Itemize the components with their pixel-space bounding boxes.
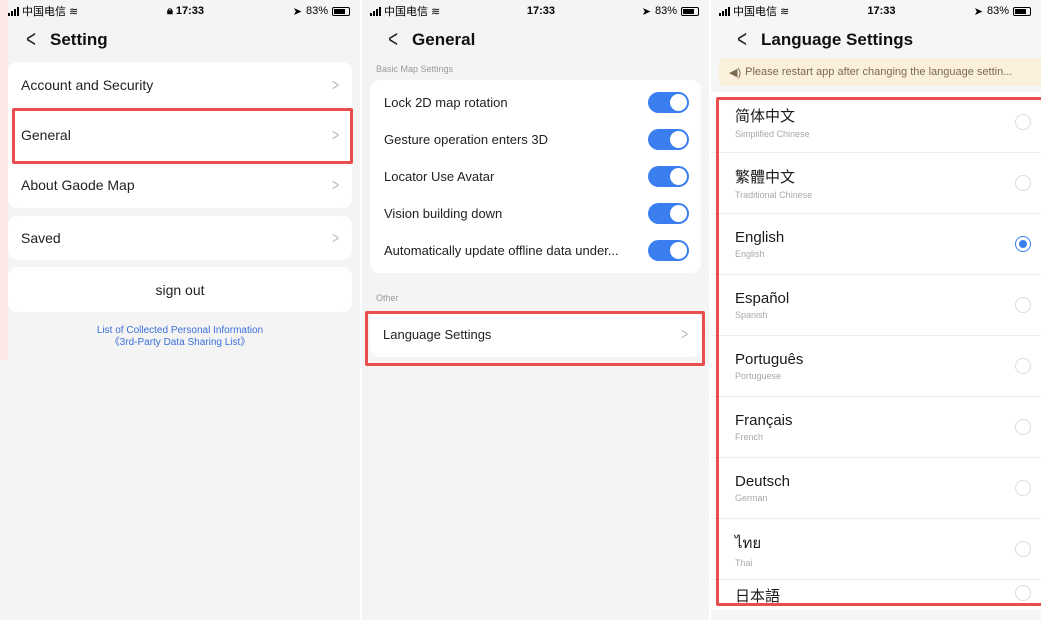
back-icon[interactable]: < — [388, 28, 398, 52]
battery-icon — [680, 6, 699, 16]
carrier-label: 中国电信 — [22, 6, 66, 18]
sign-out-button[interactable]: sign out — [8, 267, 352, 312]
status-time: 17:33 — [867, 5, 896, 17]
battery-icon — [332, 6, 350, 16]
item-label: About Gaode Map — [21, 177, 135, 193]
restart-notice: ◀︎) Please restart app after changing th… — [719, 58, 1041, 86]
toggle-label: Lock 2D map rotation — [384, 95, 508, 110]
account-security-item[interactable]: Account and Security > — [8, 62, 352, 108]
location-icon: ➤ — [292, 5, 302, 18]
status-bar: 中国电信 ≋ 17:33 ➤ 83% — [711, 0, 1041, 22]
wifi-icon: ≋ — [780, 5, 790, 18]
saved-item[interactable]: Saved > — [8, 216, 352, 260]
highlight-box — [12, 108, 353, 164]
page-title: Language Settings — [761, 30, 914, 49]
setting-screen: 中国电信 ≋ 🔒︎ 17:33 ➤ 83% < Setting Account … — [0, 0, 360, 620]
toggle-row: Gesture operation enters 3D — [370, 121, 701, 158]
toggle-row: Automatically update offline data under.… — [370, 232, 701, 269]
status-bar: 中国电信 ≋ 🔒︎ 17:33 ➤ 83% — [0, 0, 360, 22]
language-settings-screen: 中国电信 ≋ 17:33 ➤ 83% < Language Settings ◀… — [711, 0, 1041, 620]
carrier-label: 中国电信 — [733, 6, 777, 18]
status-time: 17:33 — [526, 5, 556, 17]
toggle-label: Vision building down — [384, 206, 503, 221]
vision-building-toggle[interactable] — [648, 203, 689, 224]
section-label: Basic Map Settings — [376, 64, 454, 74]
back-icon[interactable]: < — [737, 28, 747, 52]
highlight-box — [716, 97, 1041, 606]
data-sharing-link[interactable]: 《3rd-Party Data Sharing List》 — [0, 337, 360, 349]
chevron-right-icon: > — [331, 175, 339, 195]
gesture-3d-toggle[interactable] — [648, 129, 689, 150]
lock-icon: 🔒︎ — [166, 4, 173, 17]
section-label: Other — [376, 293, 399, 303]
page-title: Setting — [50, 30, 108, 49]
wifi-icon: ≋ — [431, 5, 441, 18]
about-item[interactable]: About Gaode Map > — [8, 162, 352, 208]
page-title: General — [412, 30, 476, 49]
nav-bar: < Language Settings — [711, 22, 1041, 58]
battery-icon — [1012, 6, 1031, 16]
back-icon[interactable]: < — [26, 28, 36, 52]
toggle-row: Vision building down — [370, 195, 701, 232]
locator-avatar-toggle[interactable] — [648, 166, 689, 187]
toggle-label: Automatically update offline data under.… — [384, 243, 619, 258]
toggle-row: Lock 2D map rotation — [370, 84, 701, 121]
chevron-right-icon: > — [331, 228, 339, 248]
offline-update-toggle[interactable] — [648, 240, 689, 261]
lock-rotation-toggle[interactable] — [648, 92, 689, 113]
location-icon: ➤ — [641, 5, 651, 18]
wifi-icon: ≋ — [69, 5, 79, 18]
saved-group: Saved > — [8, 216, 352, 260]
location-icon: ➤ — [973, 5, 983, 18]
collected-info-link[interactable]: List of Collected Personal Information — [0, 325, 360, 337]
battery-percent: 83% — [305, 5, 328, 17]
signal-icon — [8, 6, 19, 16]
highlight-box — [365, 311, 705, 366]
background-tint — [0, 0, 8, 360]
battery-percent: 83% — [986, 5, 1009, 17]
battery-percent: 83% — [654, 5, 677, 17]
map-settings-group: Lock 2D map rotation Gesture operation e… — [370, 80, 701, 273]
toggle-label: Gesture operation enters 3D — [384, 132, 549, 147]
general-screen: 中国电信 ≋ 17:33 ➤ 83% < General Basic Map S… — [362, 0, 709, 620]
item-label: Saved — [21, 230, 61, 246]
carrier-label: 中国电信 — [384, 6, 428, 18]
signal-icon — [370, 6, 381, 16]
item-label: Account and Security — [21, 77, 154, 93]
status-bar: 中国电信 ≋ 17:33 ➤ 83% — [362, 0, 709, 22]
status-time: 17:33 — [175, 4, 205, 17]
toggle-label: Locator Use Avatar — [384, 169, 495, 184]
nav-bar: < Setting — [0, 22, 360, 58]
nav-bar: < General — [362, 22, 709, 58]
signal-icon — [719, 6, 730, 16]
chevron-right-icon: > — [331, 75, 339, 95]
speaker-icon: ◀︎) — [729, 66, 742, 79]
notice-text: Please restart app after changing the la… — [745, 66, 1013, 78]
toggle-row: Locator Use Avatar — [370, 158, 701, 195]
legal-links: List of Collected Personal Information 《… — [0, 325, 360, 349]
